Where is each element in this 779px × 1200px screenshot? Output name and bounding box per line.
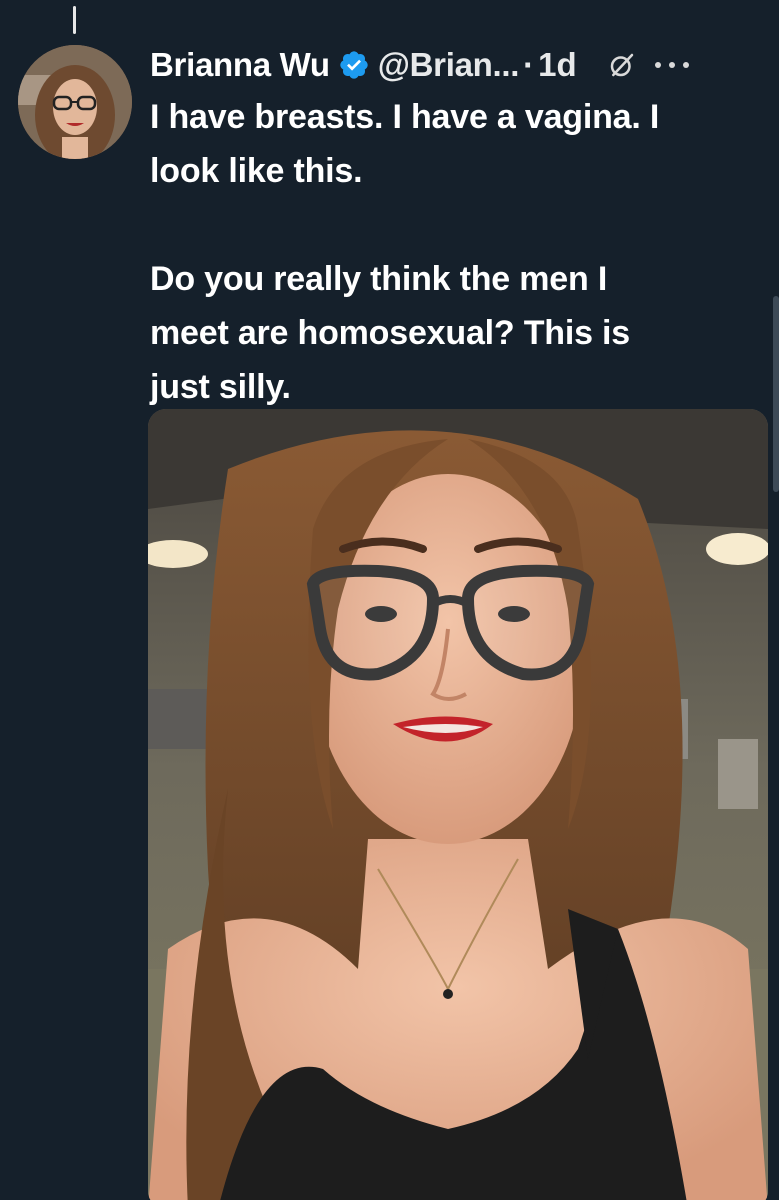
verified-badge-icon[interactable] bbox=[338, 49, 370, 81]
tweet-screen: Brianna Wu @Brian... · 1d I have breasts… bbox=[0, 0, 779, 1200]
tweet-text-line: Do you really think the men I bbox=[150, 260, 608, 298]
author-name[interactable]: Brianna Wu bbox=[150, 46, 330, 84]
tweet-text-line: meet are homosexual? This is bbox=[150, 314, 631, 352]
separator-dot: · bbox=[523, 46, 535, 83]
tweet-photo[interactable] bbox=[148, 409, 768, 1200]
more-options-icon[interactable] bbox=[654, 50, 689, 80]
tweet-header: Brianna Wu @Brian... · 1d bbox=[150, 40, 763, 90]
tweet-text-line: just silly. bbox=[150, 368, 291, 406]
tweet-text-line: look like this. bbox=[150, 152, 363, 190]
grok-icon[interactable] bbox=[607, 50, 637, 80]
author-handle[interactable]: @Brian... bbox=[378, 46, 520, 84]
tweet-timestamp[interactable]: 1d bbox=[538, 46, 577, 84]
tweet-text-line: I have breasts. I have a vagina. I bbox=[150, 98, 660, 136]
thread-connector-line bbox=[73, 6, 76, 34]
selfie-image bbox=[148, 409, 768, 1200]
more-dot bbox=[668, 62, 675, 68]
scrollbar[interactable] bbox=[773, 296, 779, 492]
more-dot bbox=[682, 62, 689, 68]
author-avatar[interactable] bbox=[18, 45, 132, 159]
more-dot bbox=[654, 62, 661, 68]
tweet-text: I have breasts. I have a vagina. I look … bbox=[150, 90, 750, 414]
avatar-image bbox=[18, 45, 132, 159]
